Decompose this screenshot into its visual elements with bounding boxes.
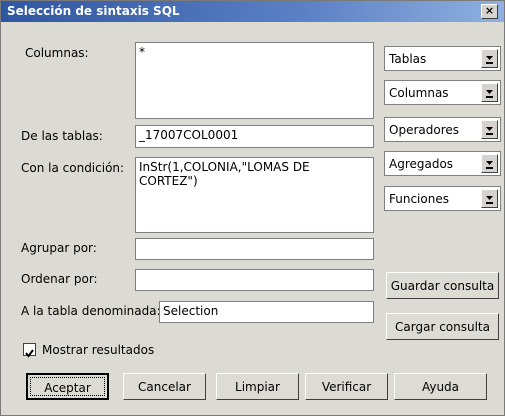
verificar-button[interactable]: Verificar — [305, 373, 388, 400]
columnas-dropdown[interactable]: Columnas — [384, 80, 501, 105]
operadores-dropdown[interactable]: Operadores — [384, 117, 501, 142]
dropdown-arrow-icon[interactable] — [481, 189, 498, 208]
sql-syntax-dialog: Selección de sintaxis SQL × Columnas: De… — [0, 0, 505, 416]
mostrar-resultados-checkbox[interactable] — [23, 343, 36, 358]
tablas-input[interactable]: _17007COL0001 — [135, 125, 374, 148]
close-button[interactable]: × — [481, 4, 498, 19]
columnas-textarea[interactable]: * — [135, 42, 374, 119]
condicion-textarea[interactable]: InStr(1,COLONIA,"LOMAS DE CORTEZ") — [135, 157, 374, 233]
tablas-dropdown-label: Tablas — [389, 52, 427, 66]
columnas-label: Columnas: — [25, 46, 89, 60]
cancelar-label: Cancelar — [138, 380, 191, 394]
ordenar-input[interactable] — [135, 269, 374, 291]
cancelar-button[interactable]: Cancelar — [123, 373, 206, 400]
agrupar-label: Agrupar por: — [21, 241, 97, 255]
agrupar-input[interactable] — [135, 238, 374, 260]
agregados-dropdown-label: Agregados — [389, 157, 454, 171]
operadores-dropdown-label: Operadores — [389, 123, 459, 137]
ayuda-label: Ayuda — [421, 380, 460, 394]
close-icon: × — [484, 4, 495, 17]
columnas-dropdown-label: Columnas — [389, 86, 449, 100]
dropdown-arrow-icon[interactable] — [481, 154, 498, 173]
cargar-consulta-label: Cargar consulta — [395, 320, 490, 334]
condicion-label: Con la condición: — [21, 161, 125, 175]
ayuda-button[interactable]: Ayuda — [394, 373, 487, 400]
guardar-consulta-button[interactable]: Guardar consulta — [386, 272, 499, 299]
dropdown-arrow-icon[interactable] — [481, 83, 498, 102]
tablas-label: De las tablas: — [21, 129, 103, 143]
tabla-denominada-input[interactable]: Selection — [159, 301, 374, 323]
funciones-dropdown-label: Funciones — [389, 192, 449, 206]
ordenar-label: Ordenar por: — [21, 272, 98, 286]
tabla-denominada-label: A la tabla denominada: — [21, 304, 161, 318]
agregados-dropdown[interactable]: Agregados — [384, 151, 501, 176]
guardar-consulta-label: Guardar consulta — [390, 279, 495, 293]
funciones-dropdown[interactable]: Funciones — [384, 186, 501, 211]
limpiar-button[interactable]: Limpiar — [216, 373, 299, 400]
dropdown-arrow-icon[interactable] — [481, 120, 498, 139]
dialog-title: Selección de sintaxis SQL — [7, 4, 180, 18]
limpiar-label: Limpiar — [235, 380, 280, 394]
aceptar-label: Aceptar — [44, 381, 91, 395]
verificar-label: Verificar — [321, 380, 372, 394]
dropdown-arrow-icon[interactable] — [481, 49, 498, 68]
mostrar-resultados-label: Mostrar resultados — [42, 343, 155, 357]
cargar-consulta-button[interactable]: Cargar consulta — [386, 313, 499, 340]
checkmark-icon — [25, 349, 34, 358]
aceptar-button[interactable]: Aceptar — [26, 373, 109, 400]
title-bar[interactable]: Selección de sintaxis SQL × — [1, 1, 504, 22]
tablas-dropdown[interactable]: Tablas — [384, 46, 501, 71]
